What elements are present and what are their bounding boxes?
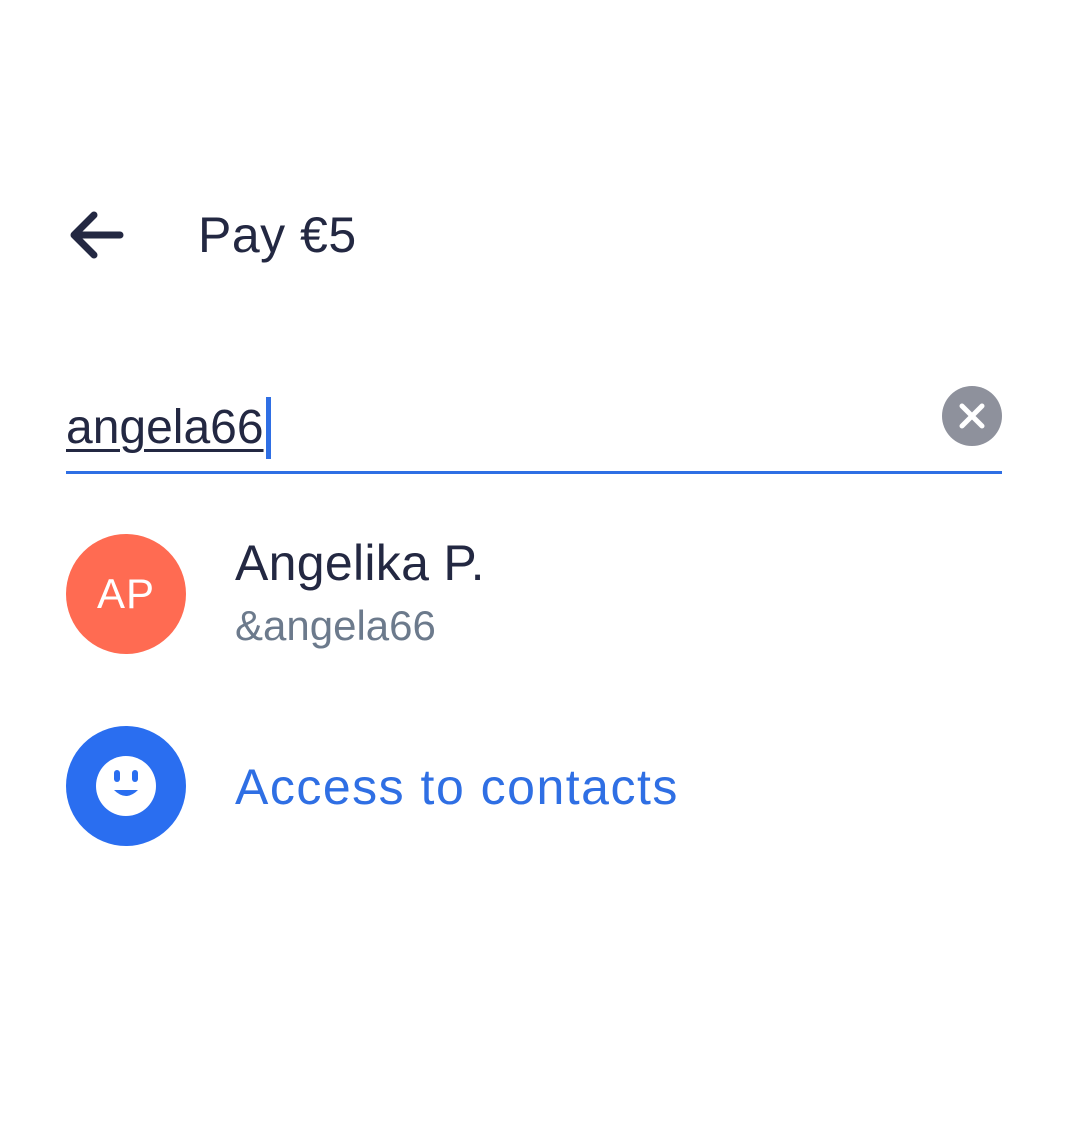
access-contacts-item[interactable]: Access to contacts	[66, 726, 1002, 846]
text-caret	[265, 397, 271, 459]
search-input[interactable]: angela66	[66, 396, 271, 460]
contacts-icon-circle	[66, 726, 186, 846]
contact-result-item[interactable]: AP Angelika P. &angela66	[66, 534, 1002, 654]
clear-search-button[interactable]	[942, 386, 1002, 446]
arrow-left-icon	[70, 211, 124, 259]
access-contacts-label: Access to contacts	[235, 759, 679, 815]
top-bar: Pay €5	[0, 190, 1080, 280]
back-button[interactable]	[56, 200, 136, 270]
page-title: Pay €5	[198, 207, 357, 263]
close-icon	[959, 403, 985, 429]
search-field[interactable]: angela66	[66, 384, 1002, 474]
smiley-icon	[96, 756, 156, 816]
search-input-value: angela66	[66, 401, 264, 454]
contact-name: Angelika P.	[235, 535, 485, 591]
avatar-initials: AP	[96, 570, 156, 617]
contact-handle: &angela66	[235, 602, 436, 649]
avatar: AP	[66, 534, 186, 654]
